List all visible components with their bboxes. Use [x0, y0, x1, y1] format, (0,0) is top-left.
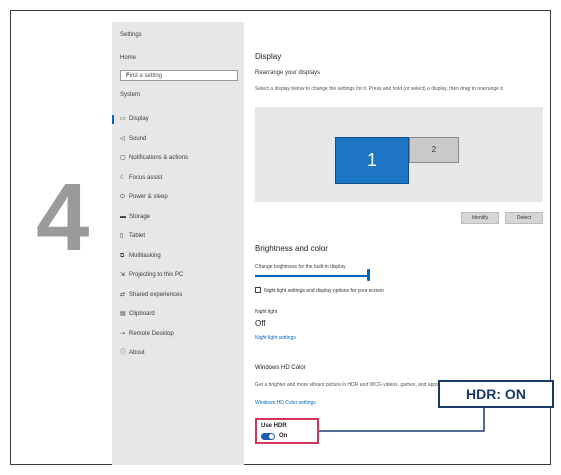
- page-title: Display: [255, 52, 282, 61]
- night-light-row[interactable]: Night light settings and display options…: [255, 287, 384, 294]
- night-light-text: Night light settings and display options…: [264, 288, 384, 294]
- sidebar-item-power-sleep[interactable]: ⏻ Power & sleep: [112, 188, 244, 207]
- detect-button[interactable]: Detect: [505, 212, 543, 224]
- hdr-toggle-state: On: [279, 433, 288, 439]
- about-icon: ⓘ: [120, 350, 127, 356]
- night-light-settings-link[interactable]: Night light settings: [255, 335, 296, 341]
- sidebar-item-label: Sound: [129, 135, 147, 142]
- hdr-heading: Windows HD Color: [255, 365, 306, 371]
- hdr-description: Get a brighter and more vibrant picture …: [255, 382, 441, 388]
- sidebar-item-label: About: [129, 350, 145, 356]
- step-number: 4: [36, 164, 90, 271]
- brightness-heading: Brightness and color: [255, 244, 328, 253]
- monitor-icon: ▭: [120, 116, 126, 122]
- rearrange-description: Select a display below to change the set…: [255, 86, 505, 92]
- sidebar-item-multitasking[interactable]: ⧉ Multitasking: [112, 247, 244, 266]
- use-hdr-highlight[interactable]: Use HDR On: [255, 418, 319, 444]
- brightness-slider-thumb[interactable]: [367, 269, 370, 281]
- sidebar-item-storage[interactable]: ▬ Storage: [112, 208, 244, 227]
- active-indicator: [112, 115, 114, 124]
- night-light-label: Night light: [255, 309, 278, 315]
- sidebar-item-projecting-to-this-pc[interactable]: ⇲ Projecting to this PC: [112, 266, 244, 285]
- projecting-icon: ⇲: [120, 272, 126, 278]
- sidebar-title: Settings: [120, 32, 142, 38]
- hdr-callout: HDR: ON: [438, 380, 554, 408]
- power-icon: ⏻: [120, 194, 125, 200]
- sidebar-category: System: [120, 92, 141, 98]
- night-light-toggle[interactable]: Off: [255, 319, 266, 328]
- sidebar-item-label: Projecting to this PC: [129, 272, 184, 278]
- sidebar-item-about[interactable]: ⓘ About: [112, 344, 244, 363]
- hdr-toggle-switch[interactable]: [261, 433, 275, 440]
- monitor-2[interactable]: 2: [409, 137, 459, 163]
- sidebar-item-sound[interactable]: ◁ Sound: [112, 130, 244, 149]
- focus-assist-icon: ☾: [120, 174, 126, 181]
- remote-desktop-icon: ⇢: [120, 330, 126, 337]
- sidebar-item-clipboard[interactable]: ▤ Clipboard: [112, 305, 244, 324]
- identify-button[interactable]: Identify: [461, 212, 499, 224]
- sidebar-item-label: Shared experiences: [129, 291, 183, 298]
- sidebar-item-label: Multitasking: [129, 252, 161, 259]
- tablet-icon: ▯: [120, 233, 124, 239]
- rearrange-heading: Rearrange your displays: [255, 70, 321, 76]
- use-hdr-label: Use HDR: [261, 423, 287, 429]
- hdr-settings-link[interactable]: Windows HD Color settings: [255, 400, 316, 406]
- multitasking-icon: ⧉: [120, 252, 125, 259]
- sidebar-item-label: Tablet: [129, 233, 146, 239]
- settings-sidebar: Settings Home Find a setting ⌕ System ▭ D…: [112, 22, 244, 465]
- search-input[interactable]: Find a setting ⌕: [120, 70, 238, 81]
- sidebar-item-label: Power & sleep: [129, 194, 168, 200]
- sidebar-home[interactable]: Home: [120, 55, 136, 61]
- monitor-1[interactable]: 1: [335, 137, 409, 184]
- sidebar-item-label: Storage: [129, 213, 151, 220]
- sidebar-item-notifications-actions[interactable]: ▢ Notifications & actions: [112, 149, 244, 168]
- brightness-label: Change brightness for the built-in displ…: [255, 264, 346, 270]
- shared-experiences-icon: ⇄: [120, 291, 126, 298]
- sidebar-item-label: Display: [129, 116, 149, 122]
- toggle-knob: [269, 434, 274, 439]
- sidebar-item-remote-desktop[interactable]: ⇢ Remote Desktop: [112, 325, 244, 344]
- sidebar-item-label: Notifications & actions: [129, 155, 189, 161]
- sidebar-item-label: Clipboard: [129, 311, 155, 317]
- sidebar-item-label: Remote Desktop: [129, 330, 174, 337]
- search-icon: ⌕: [126, 72, 130, 78]
- sidebar-item-tablet[interactable]: ▯ Tablet: [112, 227, 244, 246]
- sidebar-item-label: Focus assist: [129, 174, 163, 181]
- display-preview: 1 2: [255, 107, 543, 202]
- storage-icon: ▬: [120, 213, 126, 220]
- brightness-slider-track[interactable]: [255, 275, 369, 277]
- checkbox-icon[interactable]: [255, 287, 261, 293]
- clipboard-icon: ▤: [120, 311, 126, 317]
- sidebar-item-display[interactable]: ▭ Display: [112, 110, 244, 129]
- sidebar-item-shared-experiences[interactable]: ⇄ Shared experiences: [112, 286, 244, 305]
- speaker-icon: ◁: [120, 135, 125, 142]
- sidebar-item-focus-assist[interactable]: ☾ Focus assist: [112, 169, 244, 188]
- notifications-icon: ▢: [120, 155, 126, 161]
